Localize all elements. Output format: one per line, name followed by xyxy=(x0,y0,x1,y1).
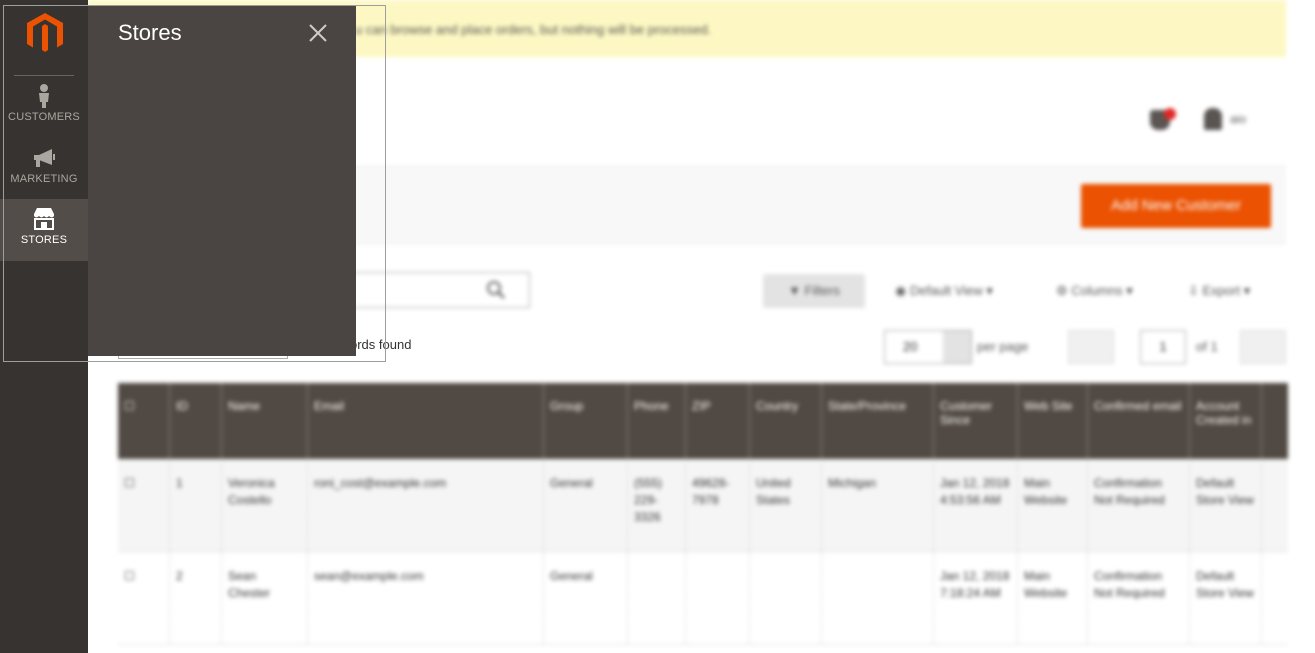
demo-notice-text: u can browse and place orders, but nothi… xyxy=(355,22,712,37)
user-name[interactable]: aio xyxy=(1230,112,1246,126)
search-icon[interactable] xyxy=(486,280,506,300)
column-header[interactable]: Group xyxy=(544,383,628,459)
cell-phone: (555) 229-3326 xyxy=(628,459,686,551)
cell-state: Michigan xyxy=(822,459,934,551)
columns-label: Columns xyxy=(1071,283,1123,298)
column-header[interactable]: Email xyxy=(308,383,544,459)
row-checkbox[interactable]: ☐ xyxy=(118,459,170,551)
cell-phone xyxy=(628,552,686,644)
page-total-label: of 1 xyxy=(1196,339,1218,354)
cell-website: Main Website xyxy=(1018,459,1088,551)
store-icon xyxy=(34,208,54,230)
sidebar-item-label: STORES xyxy=(20,234,68,246)
column-header[interactable]: Phone xyxy=(628,383,686,459)
sidebar-item-customers[interactable]: CUSTOMERS xyxy=(0,76,88,138)
page-number-input[interactable]: 1 xyxy=(1140,330,1186,364)
cell-id: 2 xyxy=(170,552,222,644)
grid-header-row: ☐ ID Name Email Group Phone ZIP Country … xyxy=(118,383,1288,459)
cell-country: United States xyxy=(750,459,822,551)
cell-group: General xyxy=(544,552,628,644)
customers-grid: ☐ ID Name Email Group Phone ZIP Country … xyxy=(118,383,1288,645)
table-row[interactable]: ☐ 2 Sean Chester sean@example.com Genera… xyxy=(118,552,1288,645)
cell-since: Jan 12, 2018 7:18:24 AM xyxy=(934,552,1018,644)
add-new-customer-button[interactable]: Add New Customer xyxy=(1081,184,1271,228)
default-view-dropdown[interactable]: ◉ Default View ▾ xyxy=(895,274,993,308)
per-page-toggle[interactable] xyxy=(943,331,971,363)
records-found-label: ords found xyxy=(350,337,412,352)
sidebar-item-label: MARKETING xyxy=(10,173,78,185)
flyout-title: Stores xyxy=(118,20,182,45)
table-row[interactable]: ☐ 1 Veronica Costello roni_cost@example.… xyxy=(118,459,1288,552)
column-header[interactable]: ZIP xyxy=(686,383,750,459)
cell-state xyxy=(822,552,934,644)
sidebar-item-stores[interactable]: STORES xyxy=(0,199,88,261)
column-header[interactable]: Confirmed email xyxy=(1088,383,1190,459)
cell-confirmed: Confirmation Not Required xyxy=(1088,552,1190,644)
cell-since: Jan 12, 2018 4:53:56 AM xyxy=(934,459,1018,551)
cell-confirmed: Confirmation Not Required xyxy=(1088,459,1190,551)
admin-sidebar: CUSTOMERS MARKETING STORES xyxy=(0,0,88,653)
grid-body: ☐ 1 Veronica Costello roni_cost@example.… xyxy=(118,459,1288,645)
filters-button[interactable]: ▼ Filters xyxy=(763,274,865,308)
cell-website: Main Website xyxy=(1018,552,1088,644)
cell-name: Sean Chester xyxy=(222,552,308,644)
column-header[interactable]: Name xyxy=(222,383,308,459)
default-view-label: Default View xyxy=(909,283,983,298)
column-header[interactable]: Country xyxy=(750,383,822,459)
column-header[interactable]: State/Province xyxy=(822,383,934,459)
cell-zip xyxy=(686,552,750,644)
cell-id: 1 xyxy=(170,459,222,551)
export-dropdown[interactable]: ⇩ Export ▾ xyxy=(1188,274,1250,308)
cell-email: sean@example.com xyxy=(308,552,544,644)
per-page-label: per page xyxy=(977,339,1029,354)
columns-dropdown[interactable]: ⚙ Columns ▾ xyxy=(1056,274,1133,308)
cell-created-in: Default Store View xyxy=(1190,459,1262,551)
close-icon[interactable] xyxy=(306,21,330,45)
column-header[interactable]: Customer Since xyxy=(934,383,1018,459)
sidebar-item-marketing[interactable]: MARKETING xyxy=(0,138,88,200)
cell-email: roni_cost@example.com xyxy=(308,459,544,551)
row-checkbox[interactable]: ☐ xyxy=(118,552,170,644)
cell-name: Veronica Costello xyxy=(222,459,308,551)
pager-previous-button[interactable] xyxy=(1068,330,1114,364)
column-header[interactable]: Account Created in xyxy=(1190,383,1262,459)
sidebar-item-label: CUSTOMERS xyxy=(8,111,80,123)
filters-button-label: Filters xyxy=(804,283,840,298)
per-page-value: 20 xyxy=(903,339,918,354)
megaphone-icon xyxy=(34,149,55,167)
column-header[interactable]: Web Site xyxy=(1018,383,1088,459)
pager-next-button[interactable] xyxy=(1240,330,1286,364)
cell-created-in: Default Store View xyxy=(1190,552,1262,644)
export-label: Export xyxy=(1202,283,1241,298)
cell-group: General xyxy=(544,459,628,551)
cell-country xyxy=(750,552,822,644)
stores-flyout-panel xyxy=(88,5,356,356)
notification-count-badge xyxy=(1164,108,1176,120)
per-page-select[interactable]: 20 xyxy=(884,330,972,364)
cell-zip: 49628-7978 xyxy=(686,459,750,551)
customer-icon xyxy=(39,84,49,108)
magento-logo-icon[interactable] xyxy=(26,12,64,54)
column-header[interactable]: ID xyxy=(170,383,222,459)
user-account-icon[interactable] xyxy=(1204,108,1222,130)
select-all-checkbox[interactable]: ☐ xyxy=(118,383,170,459)
